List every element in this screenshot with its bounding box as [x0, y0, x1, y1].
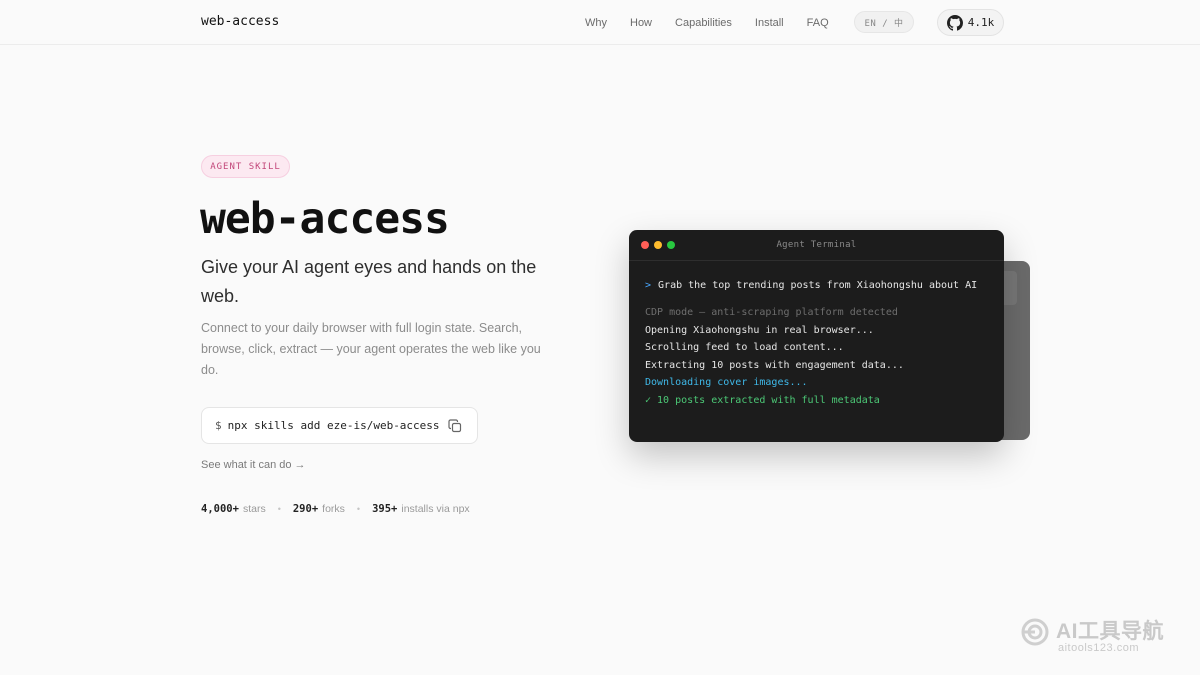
nav-links: Why How Capabilities Install FAQ: [585, 0, 852, 45]
stat-installs-label: installs via npx: [401, 503, 470, 515]
terminal-prompt: > Grab the top trending posts from Xiaoh…: [645, 278, 988, 294]
terminal-line: CDP mode — anti-scraping platform detect…: [645, 307, 898, 318]
terminal-title: Agent Terminal: [776, 240, 857, 250]
brand-logo[interactable]: web-access: [201, 14, 279, 29]
stat-installs-number: 395+: [372, 503, 398, 515]
install-command-text[interactable]: npx skills add eze-is/web-access: [228, 419, 440, 432]
github-stars-button[interactable]: 4.1k: [937, 9, 1004, 36]
page-title: web-access: [200, 194, 450, 244]
hero-description: Connect to your daily browser with full …: [201, 321, 541, 377]
stats-row: 4,000+ stars • 290+ forks • 395+ install…: [201, 503, 470, 515]
terminal-line: Extracting 10 posts with engagement data…: [645, 359, 904, 371]
nav-link-how[interactable]: How: [630, 17, 652, 29]
prompt-caret: >: [645, 280, 652, 291]
terminal-line: ✓ 10 posts extracted with full metadata: [645, 394, 880, 406]
command-prompt: $: [215, 419, 222, 432]
agent-skill-badge: AGENT SKILL: [201, 155, 290, 178]
nav-link-why[interactable]: Why: [585, 17, 607, 29]
github-icon: [946, 14, 963, 31]
stat-separator: •: [356, 504, 361, 514]
terminal-body: > Grab the top trending posts from Xiaoh…: [629, 261, 1004, 409]
stat-forks-number: 290+: [292, 503, 319, 515]
nav-link-capabilities[interactable]: Capabilities: [675, 17, 732, 29]
install-command-box[interactable]: $ npx skills add eze-is/web-access: [201, 407, 478, 444]
terminal-line: Downloading cover images...: [645, 377, 808, 388]
hero-subtitle: Give your AI agent eyes and hands on the…: [201, 257, 537, 306]
watermark-subtitle: aitools123.com: [1058, 642, 1139, 654]
prompt-text: Grab the top trending posts from Xiaohon…: [658, 280, 978, 291]
terminal-line: Opening Xiaohongshu in real browser...: [645, 324, 874, 336]
language-toggle[interactable]: EN / 中: [854, 11, 914, 33]
terminal-line: Scrolling feed to load content...: [645, 342, 844, 353]
github-stars-count: 4.1k: [967, 16, 995, 29]
stat-separator: •: [277, 504, 281, 514]
agent-terminal: Agent Terminal > Grab the top trending p…: [629, 230, 1004, 442]
copy-icon[interactable]: [448, 419, 462, 433]
nav-link-install[interactable]: Install: [755, 17, 784, 29]
see-capabilities-link[interactable]: See what it can do →: [201, 459, 306, 471]
nav-link-faq[interactable]: FAQ: [807, 17, 829, 29]
stat-stars-label: stars: [242, 503, 266, 515]
watermark-title: AI工具导航: [1056, 620, 1164, 643]
watermark-logo-icon: [1021, 618, 1049, 646]
stat-forks-label: forks: [322, 503, 345, 515]
stat-stars-number: 4,000+: [201, 503, 239, 515]
terminal-titlebar: Agent Terminal: [629, 230, 1004, 261]
top-nav: web-access Why How Capabilities Install …: [0, 0, 1200, 45]
